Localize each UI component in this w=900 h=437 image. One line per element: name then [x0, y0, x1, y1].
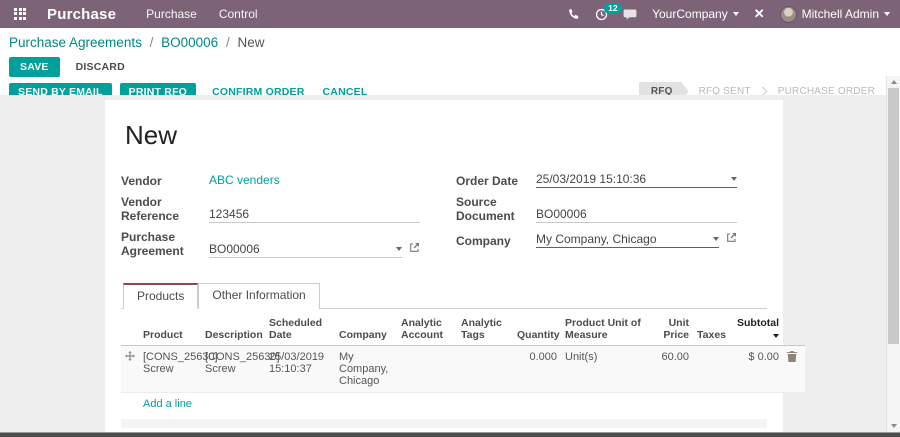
record-title: New [125, 120, 178, 150]
discard-button[interactable]: DISCARD [74, 57, 127, 77]
menu-control[interactable]: Control [219, 7, 258, 21]
company-label: Company [456, 234, 511, 248]
bottom-window-edge [0, 432, 900, 437]
cell-unit-price[interactable]: 60.00 [647, 346, 693, 393]
col-scheduled-date[interactable]: Scheduled Date [265, 311, 335, 346]
company-name: YourCompany [652, 7, 728, 21]
order-line-row[interactable]: [CONS_25630] Screw [CONS_25630] Screw 25… [121, 345, 805, 393]
cell-taxes[interactable] [693, 346, 729, 393]
source-document-label: Source Document [456, 195, 515, 223]
add-line-row: Add a line [121, 393, 805, 416]
cell-description[interactable]: [CONS_25630] Screw [201, 346, 280, 393]
vendor-label: Vendor [121, 174, 162, 188]
dropdown-caret-icon[interactable] [713, 237, 719, 241]
tab-products[interactable]: Products [123, 283, 199, 309]
order-date-input[interactable] [536, 172, 727, 186]
vendor-reference-input[interactable] [209, 207, 420, 221]
form-sheet: New Vendor ABC venders Vendor Reference [105, 100, 805, 432]
cell-subtotal: $ 0.00 [748, 351, 779, 363]
close-icon[interactable]: ✕ [754, 6, 765, 22]
datepicker-caret-icon[interactable] [731, 177, 737, 181]
messages-chat-icon[interactable] [623, 8, 637, 21]
col-description[interactable]: Description [201, 311, 265, 346]
col-product[interactable]: Product [139, 311, 201, 346]
scrollbar-thumb[interactable] [888, 88, 899, 344]
menu-purchase[interactable]: Purchase [146, 7, 197, 21]
cell-product[interactable]: [CONS_25630] Screw [139, 346, 218, 393]
handle-column-header [121, 311, 139, 346]
external-link-icon[interactable] [409, 240, 420, 258]
col-taxes[interactable]: Taxes [693, 311, 729, 346]
cell-uom[interactable]: Unit(s) [561, 346, 647, 393]
vendor-value-link[interactable]: ABC venders [209, 173, 280, 187]
cell-company[interactable]: My Company, Chicago [335, 346, 397, 393]
order-date-label: Order Date [456, 174, 519, 188]
top-navbar: Purchase Purchase Control 12 YourCompany… [0, 0, 900, 28]
col-analytic-tags[interactable]: Analytic Tags [457, 311, 513, 346]
vertical-scrollbar[interactable] [886, 76, 900, 432]
dropdown-caret-icon[interactable] [396, 247, 402, 251]
user-avatar [779, 5, 797, 23]
breadcrumb-current: New [237, 35, 265, 50]
activity-count-badge: 12 [604, 2, 622, 14]
col-quantity[interactable]: Quantity [513, 311, 561, 346]
external-link-icon[interactable] [726, 230, 737, 248]
company-switcher[interactable]: YourCompany [652, 7, 739, 21]
chevron-down-icon [732, 12, 739, 16]
cell-quantity[interactable]: 0.000 [513, 346, 561, 393]
purchase-agreement-label: Purchase Agreement [121, 230, 184, 258]
table-header-row: Product Description Scheduled Date Compa… [121, 311, 805, 346]
form-view: New Vendor ABC venders Vendor Reference [0, 95, 900, 432]
breadcrumb: Purchase Agreements / BO00006 / New [9, 35, 891, 50]
chevron-down-icon [884, 12, 890, 16]
add-a-line-link[interactable]: Add a line [143, 398, 192, 410]
app-title[interactable]: Purchase [47, 6, 116, 23]
odoo-window: Purchase Purchase Control 12 YourCompany… [0, 0, 900, 437]
col-company[interactable]: Company [335, 311, 397, 346]
tab-other-information[interactable]: Other Information [198, 283, 320, 309]
trash-column-header [783, 311, 805, 346]
scroll-down-arrow[interactable] [887, 420, 900, 432]
source-document-input[interactable] [536, 207, 737, 221]
delete-line-button[interactable] [783, 346, 805, 393]
col-subtotal[interactable]: Subtotal [729, 311, 783, 346]
cell-analytic-tags[interactable] [457, 346, 513, 393]
save-button[interactable]: SAVE [9, 57, 60, 77]
user-name: Mitchell Admin [801, 7, 879, 21]
company-input[interactable] [536, 232, 709, 246]
user-menu[interactable]: Mitchell Admin [779, 5, 890, 23]
activities-clock-icon[interactable]: 12 [595, 2, 622, 21]
drag-handle[interactable] [121, 346, 139, 393]
notebook-tabs: Products Other Information [121, 283, 767, 309]
col-uom[interactable]: Product Unit of Measure [561, 311, 647, 346]
col-unit-price[interactable]: Unit Price [647, 311, 693, 346]
subtotal-caret-icon[interactable] [773, 334, 779, 338]
purchase-agreement-input[interactable] [209, 242, 392, 256]
cell-analytic-account[interactable] [397, 346, 457, 393]
apps-grid-icon[interactable] [14, 7, 27, 21]
cell-scheduled-date[interactable]: 25/03/2019 15:10:37 [265, 346, 335, 393]
breadcrumb-separator: / [225, 35, 230, 50]
vendor-reference-label: Vendor Reference [121, 195, 180, 223]
breadcrumb-bo00006[interactable]: BO00006 [161, 35, 218, 50]
phone-icon[interactable] [567, 8, 580, 21]
control-panel: Purchase Agreements / BO00006 / New SAVE… [0, 28, 900, 84]
col-analytic-account[interactable]: Analytic Account [397, 311, 457, 346]
breadcrumb-purchase-agreements[interactable]: Purchase Agreements [9, 35, 142, 50]
breadcrumb-separator: / [149, 35, 154, 50]
table-footer-band [121, 419, 767, 428]
scroll-up-arrow[interactable] [887, 76, 900, 88]
order-lines-table: Product Description Scheduled Date Compa… [121, 311, 805, 415]
